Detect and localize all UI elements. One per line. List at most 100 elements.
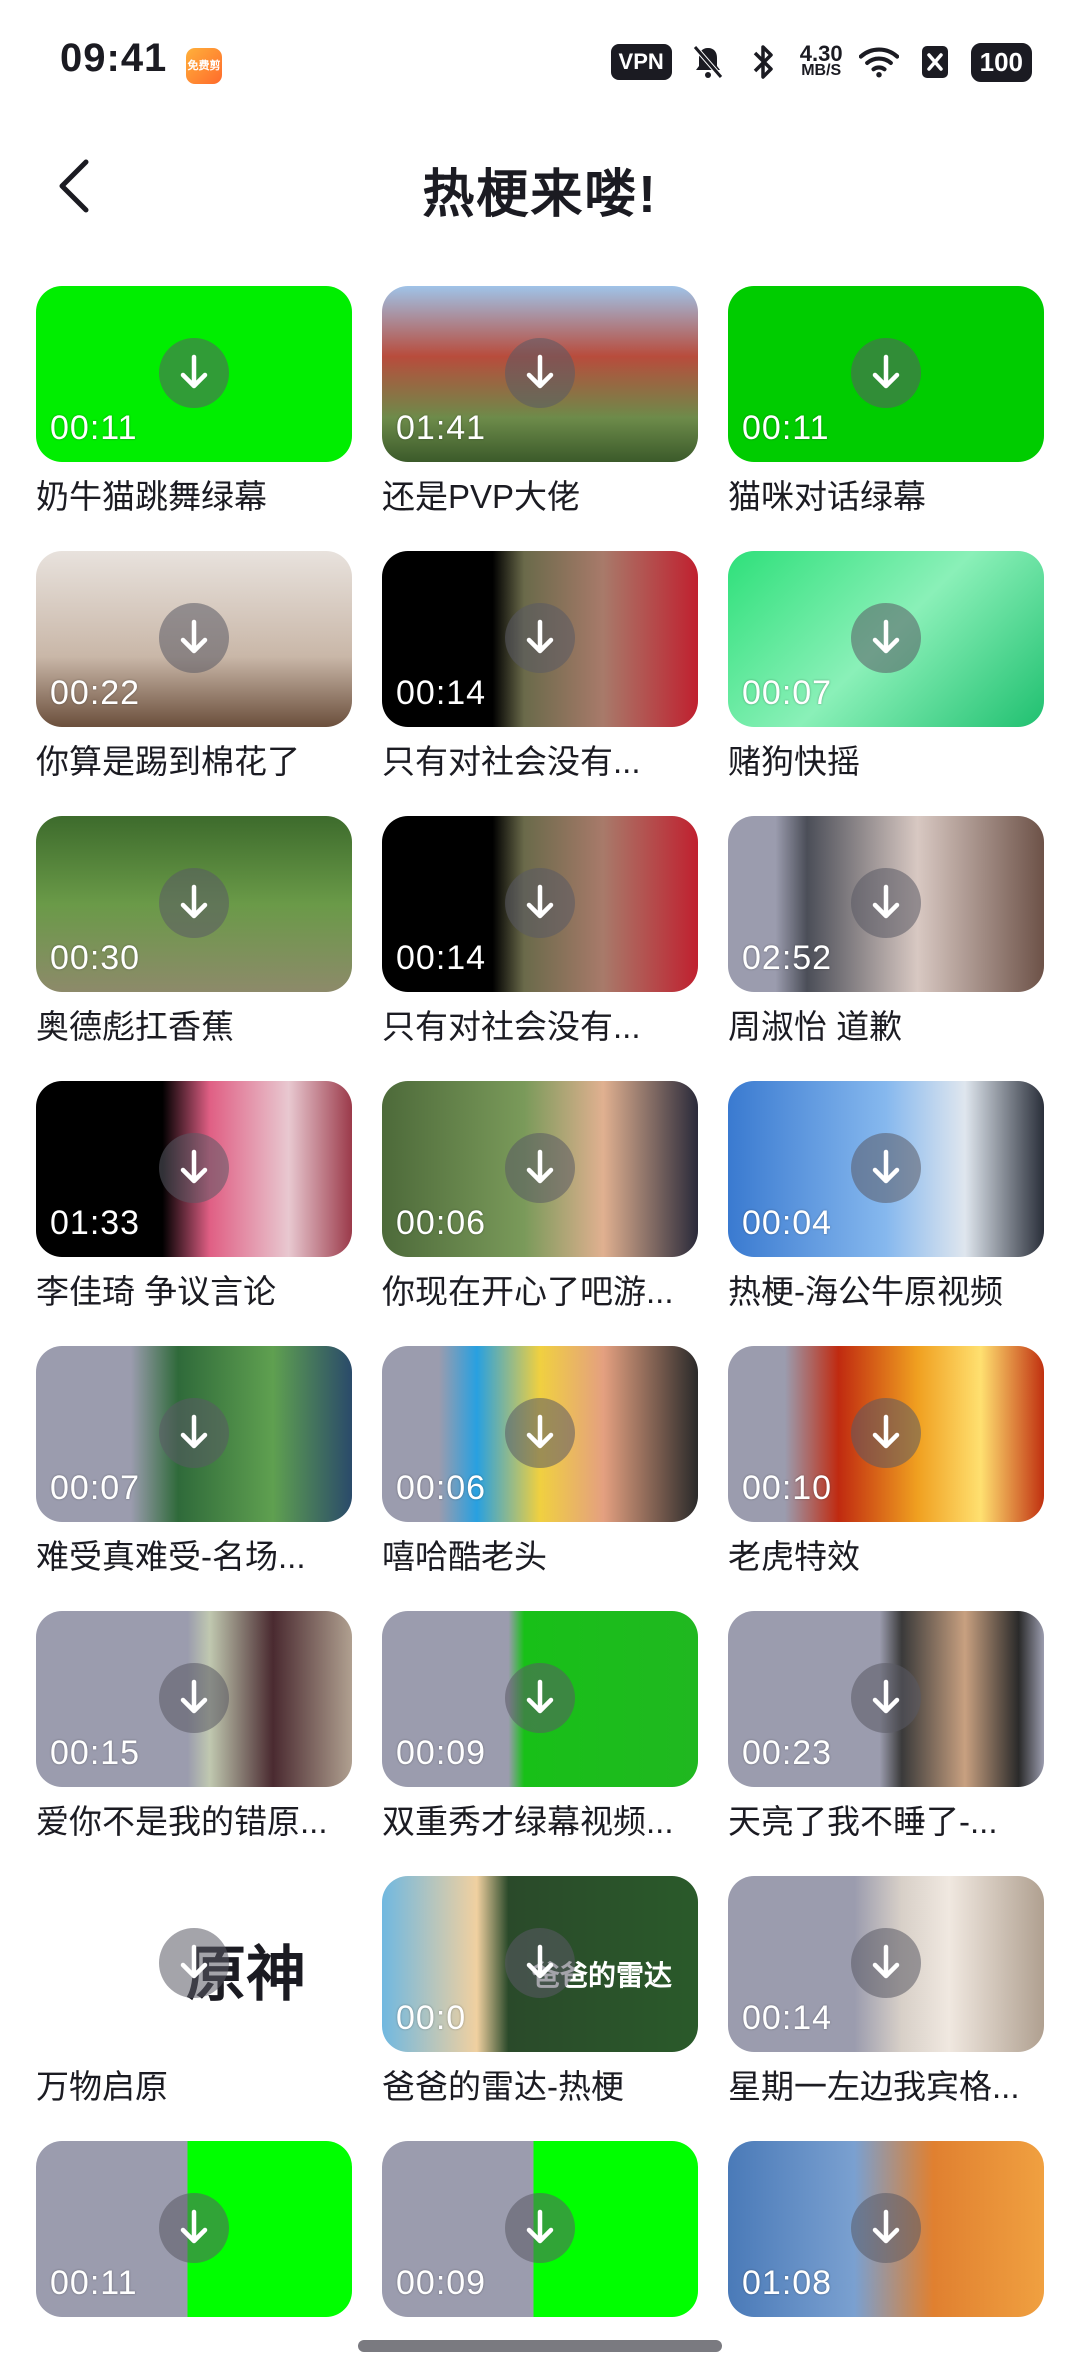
video-thumbnail[interactable]: 00:06 — [382, 1346, 698, 1522]
video-card[interactable]: 00:14 只有对社会没有... — [382, 551, 698, 798]
video-thumbnail[interactable]: 00:14 — [728, 1876, 1044, 2052]
video-card[interactable]: 00:30 奥德彪扛香蕉 — [36, 816, 352, 1063]
video-title[interactable]: 万物启原 — [36, 2066, 352, 2108]
video-thumbnail[interactable]: 02:52 — [728, 816, 1044, 992]
video-title[interactable]: 热梗-海公牛原视频 — [728, 1271, 1044, 1313]
video-thumbnail[interactable]: 00:09 — [382, 2141, 698, 2317]
video-card[interactable]: 00:11 — [36, 2141, 352, 2376]
download-button[interactable] — [159, 603, 229, 673]
video-thumbnail[interactable]: 00:07 — [728, 551, 1044, 727]
video-title[interactable]: 奥德彪扛香蕉 — [36, 1006, 352, 1048]
video-card[interactable]: 00:23 天亮了我不睡了-... — [728, 1611, 1044, 1858]
video-thumbnail[interactable]: 00:11 — [36, 286, 352, 462]
video-card[interactable]: 原神 万物启原 — [36, 1876, 352, 2123]
video-title[interactable]: 天亮了我不睡了-... — [728, 1801, 1044, 1843]
video-card[interactable]: 00:07 难受真难受-名场... — [36, 1346, 352, 1593]
download-button[interactable] — [505, 603, 575, 673]
download-button[interactable] — [159, 1928, 229, 1998]
video-thumbnail[interactable]: 00:07 — [36, 1346, 352, 1522]
video-thumbnail[interactable]: 00:14 — [382, 551, 698, 727]
video-thumbnail[interactable]: 01:08 — [728, 2141, 1044, 2317]
video-thumbnail[interactable]: 00:30 — [36, 816, 352, 992]
video-card[interactable]: 00:09 双重秀才绿幕视频... — [382, 1611, 698, 1858]
video-thumbnail[interactable]: 00:11 — [36, 2141, 352, 2317]
download-button[interactable] — [159, 338, 229, 408]
video-card[interactable]: 02:52 周淑怡 道歉 — [728, 816, 1044, 1063]
video-thumbnail[interactable]: 00:22 — [36, 551, 352, 727]
download-button[interactable] — [505, 338, 575, 408]
video-duration: 00:30 — [50, 939, 141, 977]
download-button[interactable] — [851, 338, 921, 408]
video-title[interactable]: 只有对社会没有... — [382, 1006, 698, 1048]
download-button[interactable] — [159, 2193, 229, 2263]
video-card[interactable]: 00:04 热梗-海公牛原视频 — [728, 1081, 1044, 1328]
download-button[interactable] — [851, 1133, 921, 1203]
video-title[interactable]: 还是PVP大佬 — [382, 476, 698, 518]
video-duration: 00:09 — [396, 2264, 487, 2302]
video-card[interactable]: 00:06 你现在开心了吧游... — [382, 1081, 698, 1328]
video-card[interactable]: 00:14 只有对社会没有... — [382, 816, 698, 1063]
video-thumbnail[interactable]: 00:04 — [728, 1081, 1044, 1257]
video-title[interactable]: 你算是踢到棉花了 — [36, 741, 352, 783]
video-duration: 00:23 — [742, 1734, 833, 1772]
video-title[interactable]: 你现在开心了吧游... — [382, 1271, 698, 1313]
download-button[interactable] — [851, 603, 921, 673]
video-card[interactable]: 00:15 爱你不是我的错原... — [36, 1611, 352, 1858]
video-card[interactable]: 00:22 你算是踢到棉花了 — [36, 551, 352, 798]
home-indicator[interactable] — [358, 2340, 722, 2352]
download-button[interactable] — [505, 1133, 575, 1203]
video-thumbnail[interactable]: 00:14 — [382, 816, 698, 992]
video-thumbnail[interactable]: 爸爸的雷达 00:0 — [382, 1876, 698, 2052]
video-title[interactable]: 星期一左边我宾格... — [728, 2066, 1044, 2108]
video-card[interactable]: 00:11 猫咪对话绿幕 — [728, 286, 1044, 533]
video-thumbnail[interactable]: 00:06 — [382, 1081, 698, 1257]
video-title[interactable]: 老虎特效 — [728, 1536, 1044, 1578]
video-title[interactable]: 难受真难受-名场... — [36, 1536, 352, 1578]
video-title[interactable]: 周淑怡 道歉 — [728, 1006, 1044, 1048]
download-button[interactable] — [851, 1398, 921, 1468]
video-thumbnail[interactable]: 01:33 — [36, 1081, 352, 1257]
download-button[interactable] — [851, 868, 921, 938]
video-card[interactable]: 01:33 李佳琦 争议言论 — [36, 1081, 352, 1328]
video-thumbnail[interactable]: 00:15 — [36, 1611, 352, 1787]
video-thumbnail[interactable]: 原神 — [36, 1876, 352, 2052]
video-title[interactable]: 只有对社会没有... — [382, 741, 698, 783]
video-title[interactable]: 双重秀才绿幕视频... — [382, 1801, 698, 1843]
video-card[interactable]: 01:08 — [728, 2141, 1044, 2376]
download-button[interactable] — [505, 1928, 575, 1998]
video-card[interactable]: 01:41 还是PVP大佬 — [382, 286, 698, 533]
video-title[interactable]: 猫咪对话绿幕 — [728, 476, 1044, 518]
video-title[interactable]: 嘻哈酷老头 — [382, 1536, 698, 1578]
video-duration: 00:15 — [50, 1734, 141, 1772]
download-button[interactable] — [159, 1663, 229, 1733]
download-button[interactable] — [159, 1398, 229, 1468]
video-thumbnail[interactable]: 00:11 — [728, 286, 1044, 462]
download-button[interactable] — [851, 1663, 921, 1733]
video-card[interactable]: 00:06 嘻哈酷老头 — [382, 1346, 698, 1593]
video-title[interactable]: 奶牛猫跳舞绿幕 — [36, 476, 352, 518]
video-title[interactable]: 爸爸的雷达-热梗 — [382, 2066, 698, 2108]
download-arrow-icon — [526, 884, 554, 919]
video-card[interactable]: 爸爸的雷达 00:0 爸爸的雷达-热梗 — [382, 1876, 698, 2123]
download-button[interactable] — [505, 1663, 575, 1733]
download-arrow-icon — [526, 1149, 554, 1184]
download-button[interactable] — [851, 1928, 921, 1998]
download-button[interactable] — [159, 868, 229, 938]
download-button[interactable] — [505, 2193, 575, 2263]
video-thumbnail[interactable]: 00:10 — [728, 1346, 1044, 1522]
video-card[interactable]: 00:11 奶牛猫跳舞绿幕 — [36, 286, 352, 533]
video-card[interactable]: 00:14 星期一左边我宾格... — [728, 1876, 1044, 2123]
video-card[interactable]: 00:07 赌狗快摇 — [728, 551, 1044, 798]
download-button[interactable] — [505, 868, 575, 938]
download-button[interactable] — [851, 2193, 921, 2263]
app-badge-icon: 免费剪辑 — [186, 48, 222, 108]
video-card[interactable]: 00:10 老虎特效 — [728, 1346, 1044, 1593]
video-title[interactable]: 李佳琦 争议言论 — [36, 1271, 352, 1313]
video-title[interactable]: 爱你不是我的错原... — [36, 1801, 352, 1843]
download-button[interactable] — [505, 1398, 575, 1468]
video-thumbnail[interactable]: 00:23 — [728, 1611, 1044, 1787]
video-thumbnail[interactable]: 01:41 — [382, 286, 698, 462]
video-title[interactable]: 赌狗快摇 — [728, 741, 1044, 783]
download-button[interactable] — [159, 1133, 229, 1203]
video-thumbnail[interactable]: 00:09 — [382, 1611, 698, 1787]
